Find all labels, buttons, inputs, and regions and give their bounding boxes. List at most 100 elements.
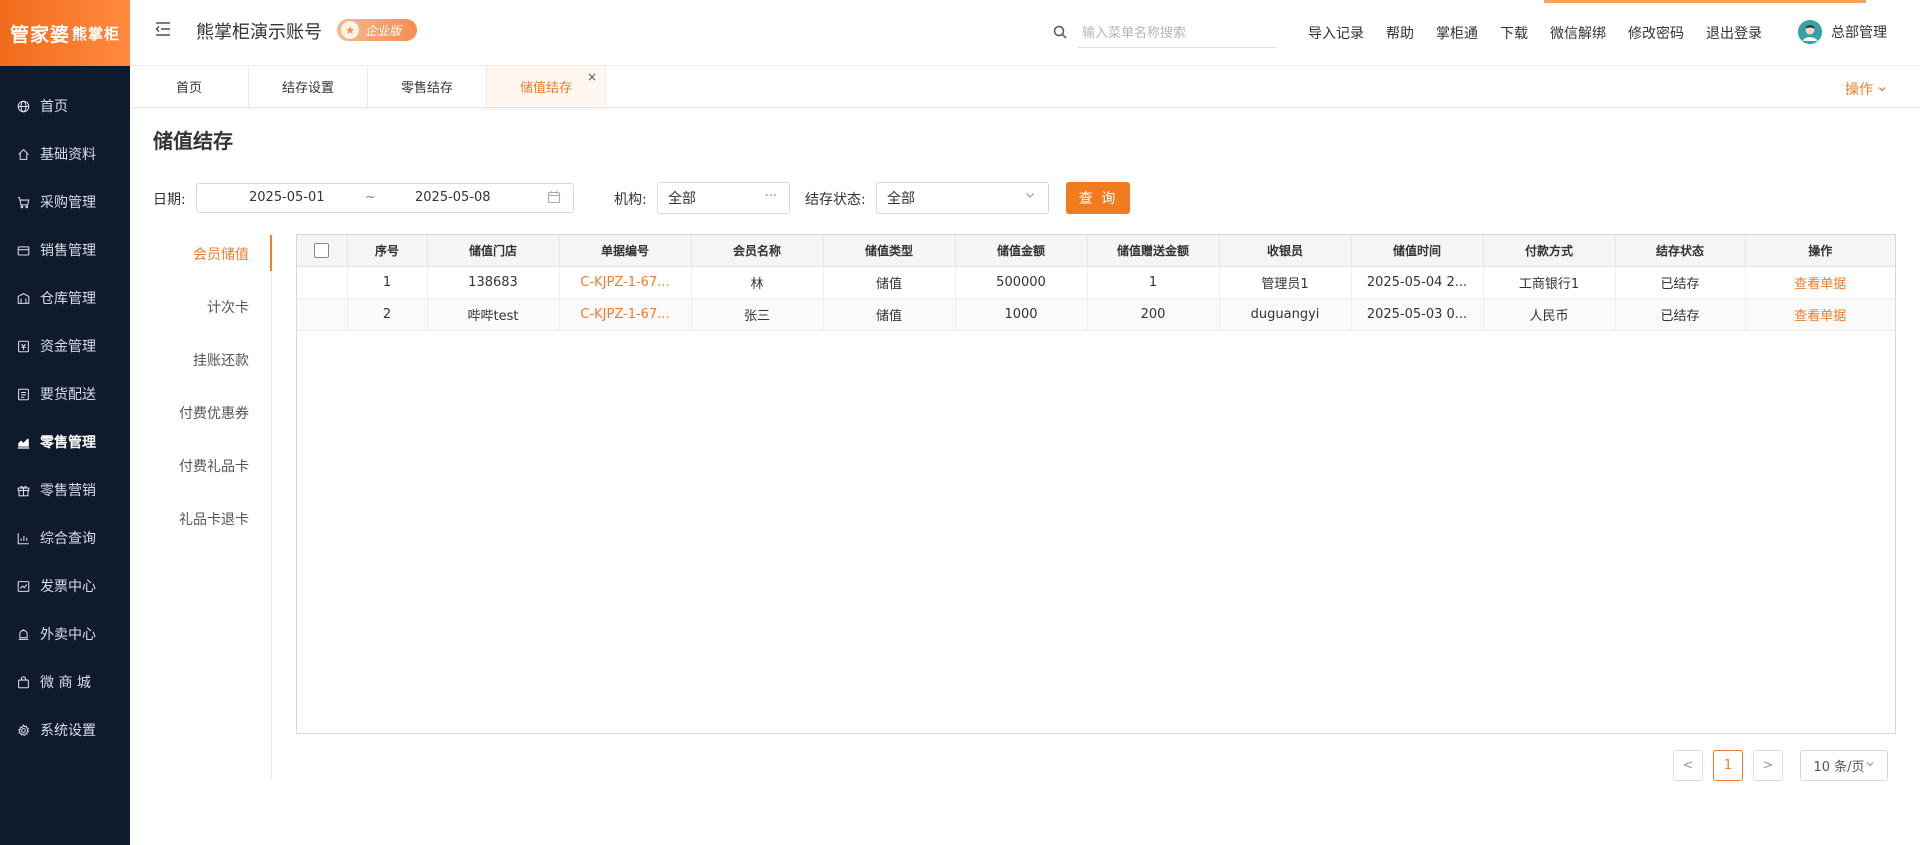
subnav-member-stored-value[interactable]: 会员储值 [193,244,249,264]
sidebar-item-query[interactable]: 综合查询 [0,514,130,562]
next-page-button[interactable]: > [1753,750,1783,781]
home-icon [16,147,30,161]
close-icon[interactable]: × [587,70,597,84]
col-header: 储值时间 [1351,235,1484,267]
col-header: 序号 [347,235,428,267]
select-all-checkbox[interactable] [314,242,330,258]
date-separator: ~ [365,190,376,205]
sidebar-item-invoice[interactable]: 发票中心 [0,562,130,610]
status-label: 结存状态: [805,192,866,208]
table-row[interactable]: 2 哔哔test C-KJPZ-1-67... 张三 储值 1000 200 d… [297,298,1895,331]
view-bill-link[interactable]: 查看单据 [1745,266,1895,299]
sidebar-item-label: 零售管理 [40,435,96,451]
sidebar-nav: 首页 基础资料 采购管理 销售管理 仓库管理 资金管理 要货配送 零售管理 零售… [0,66,130,754]
user-name: 总部管理 [1831,25,1887,41]
menu-toggle-icon[interactable] [154,20,172,38]
sidebar-item-home[interactable]: 首页 [0,82,130,130]
date-range-picker[interactable]: 2025-05-01 ~ 2025-05-08 [196,183,574,213]
sidebar-item-label: 基础资料 [40,147,96,163]
top-links: 导入记录 帮助 掌柜通 下载 微信解绑 修改密码 退出登录 [1308,0,1784,66]
tab-label: 零售结存 [400,81,453,96]
trend-icon [16,579,30,593]
cell-member: 张三 [691,298,824,331]
tab-retail-balance[interactable]: 零售结存 [368,66,487,107]
warehouse-icon [16,291,30,305]
sidebar-item-distribution[interactable]: 要货配送 [0,370,130,418]
chevron-down-icon [1865,758,1875,773]
chevron-left-icon: < [1682,758,1694,773]
subnav-paid-gift-card[interactable]: 付费礼品卡 [179,456,249,476]
row-select-cell[interactable] [297,266,348,299]
link-download[interactable]: 下载 [1500,23,1528,43]
sidebar-item-label: 销售管理 [40,243,96,259]
active-indicator [270,235,272,271]
cell-time: 2025-05-04 2... [1351,266,1484,299]
avatar [1798,20,1822,44]
edition-badge: ★ 企业版 [337,19,417,41]
cell-bill-number[interactable]: C-KJPZ-1-67... [559,266,692,299]
row-select-cell[interactable] [297,298,348,331]
cell-payment: 人民币 [1483,298,1616,331]
table-row[interactable]: 1 138683 C-KJPZ-1-67... 林 储值 500000 1 管理… [297,266,1895,299]
sidebar-item-label: 零售营销 [40,483,96,499]
col-header: 结存状态 [1615,235,1746,267]
sidebar-item-settings[interactable]: 系统设置 [0,706,130,754]
chevron-down-icon [1024,189,1036,205]
link-zhanggui-tong[interactable]: 掌柜通 [1436,23,1478,43]
tab-label: 储值结存 [519,81,572,96]
org-select[interactable]: 全部 ··· [657,182,790,214]
sidebar-item-purchase[interactable]: 采购管理 [0,178,130,226]
view-bill-link[interactable]: 查看单据 [1745,298,1895,331]
link-help[interactable]: 帮助 [1386,23,1414,43]
link-logout[interactable]: 退出登录 [1706,23,1762,43]
sidebar-item-basic-data[interactable]: 基础资料 [0,130,130,178]
org-value: 全部 [668,191,696,207]
sidebar-item-sales[interactable]: 销售管理 [0,226,130,274]
status-select[interactable]: 全部 [876,182,1049,214]
user-menu[interactable]: 总部管理 [1798,20,1887,44]
operations-label: 操作 [1845,82,1873,98]
logo-main-text: 管家婆 [9,23,70,46]
page-1-button[interactable]: 1 [1713,750,1743,781]
page-number: 1 [1723,758,1733,773]
link-change-password[interactable]: 修改密码 [1628,23,1684,43]
date-start: 2025-05-01 [249,190,325,205]
sidebar-item-mall[interactable]: 微 商 城 [0,658,130,706]
cell-no: 1 [347,266,428,299]
subnav-gift-card-refund[interactable]: 礼品卡退卡 [179,509,249,529]
chart-icon [16,435,30,449]
link-wechat-unbind[interactable]: 微信解绑 [1550,23,1606,43]
subnav-credit-repayment[interactable]: 挂账还款 [193,350,249,370]
sidebar-item-retail[interactable]: 零售管理 [0,418,130,466]
cell-bonus: 1 [1087,266,1220,299]
search-icon[interactable] [1052,24,1068,40]
subnav-count-card[interactable]: 计次卡 [207,297,249,317]
tab-home[interactable]: 首页 [130,66,249,107]
date-end: 2025-05-08 [415,190,491,205]
sidebar-item-funds[interactable]: 资金管理 [0,322,130,370]
cell-bill-number[interactable]: C-KJPZ-1-67... [559,298,692,331]
chevron-down-icon [1877,82,1887,98]
sidebar-item-warehouse[interactable]: 仓库管理 [0,274,130,322]
brand-logo[interactable]: 管家婆 熊掌柜 [0,0,130,66]
subnav-paid-coupon[interactable]: 付费优惠券 [179,403,249,423]
col-header: 储值类型 [823,235,956,267]
menu-search-input[interactable] [1078,20,1276,48]
operations-dropdown[interactable]: 操作 [1845,79,1887,99]
sidebar-item-label: 系统设置 [40,723,96,739]
sidebar-item-marketing[interactable]: 零售营销 [0,466,130,514]
cell-type: 储值 [823,266,956,299]
globe-icon [16,99,30,113]
sidebar-item-takeout[interactable]: 外卖中心 [0,610,130,658]
page-size-select[interactable]: 10 条/页 [1800,750,1888,781]
select-all-cell [297,235,348,267]
date-label: 日期: [153,192,186,208]
chevron-right-icon: > [1762,758,1774,773]
query-button[interactable]: 查 询 [1066,182,1130,214]
prev-page-button[interactable]: < [1673,750,1703,781]
gift-icon [16,483,30,497]
link-import-records[interactable]: 导入记录 [1308,23,1364,43]
tab-balance-settings[interactable]: 结存设置 [249,66,368,107]
tab-stored-value-balance[interactable]: 储值结存 × [487,66,606,107]
gear-icon [16,723,30,737]
